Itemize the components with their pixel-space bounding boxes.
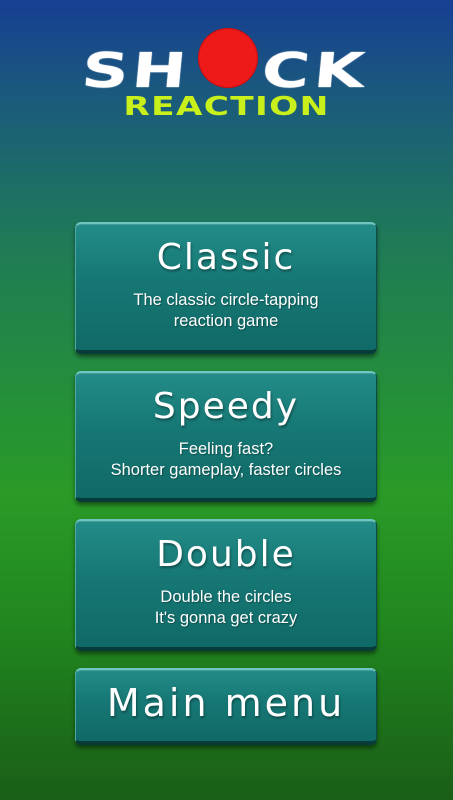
main-menu-title: Main menu <box>106 681 346 725</box>
speedy-description-line2: Shorter gameplay, faster circles <box>110 461 342 479</box>
logo-shock-wordmark: S H C K <box>79 28 372 99</box>
speedy-mode-button[interactable]: Speedy Feeling fast? Shorter gameplay, f… <box>75 371 377 502</box>
app-logo: S H C K REACTION <box>0 26 453 126</box>
double-title: Double <box>156 534 296 575</box>
classic-title: Classic <box>156 237 296 278</box>
classic-description-line2: reaction game <box>173 312 279 330</box>
double-description-line1: Double the circles <box>160 588 292 606</box>
double-description-line2: It's gonna get crazy <box>154 609 298 627</box>
logo-letter-s: S <box>79 43 132 99</box>
logo-letter-h: H <box>129 43 189 99</box>
double-mode-button[interactable]: Double Double the circles It's gonna get… <box>75 519 377 651</box>
logo-reaction-text: REACTION <box>123 92 330 122</box>
speedy-description-line1: Feeling fast? <box>178 440 274 458</box>
main-menu-button[interactable]: Main menu <box>75 668 377 745</box>
classic-mode-button[interactable]: Classic The classic circle-tapping react… <box>75 222 377 354</box>
speedy-title: Speedy <box>152 386 300 427</box>
logo-letter-k: K <box>311 43 367 99</box>
red-circle-icon <box>198 28 258 88</box>
classic-description-line1: The classic circle-tapping <box>133 291 319 309</box>
logo-letter-c: C <box>259 43 313 99</box>
